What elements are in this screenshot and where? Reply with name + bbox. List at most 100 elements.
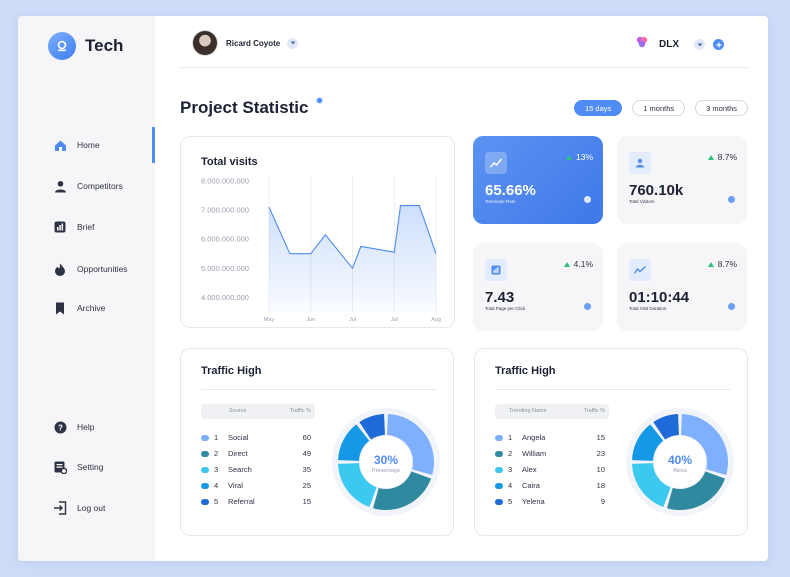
row-number: 2 — [214, 449, 219, 458]
home-icon — [53, 138, 67, 152]
table-row[interactable]: 3 Search 35 — [201, 465, 315, 477]
sidebar-item-label: Opportunities — [77, 264, 128, 274]
stat-card-total-visitors[interactable]: 8.7% 760.10k Total Visitors — [617, 136, 747, 224]
row-number: 4 — [508, 481, 513, 490]
stat-card-page-per-click[interactable]: 4.1% 7.43 Total Page per Click — [473, 243, 603, 331]
sidebar-item-help[interactable]: ? Help — [18, 409, 155, 445]
sidebar-item-label: Home — [77, 140, 100, 150]
row-name: Angela — [522, 433, 546, 442]
stat-label: Terminate Rate — [485, 199, 516, 204]
table-row[interactable]: 2 William 23 — [495, 449, 609, 461]
person-icon — [629, 152, 651, 174]
add-icon[interactable] — [713, 39, 724, 50]
stat-card-visit-duration[interactable]: 8.7% 01:10:44 Total Visit Duration — [617, 243, 747, 331]
stat-label: Total Visit Duration — [629, 306, 667, 311]
table-row[interactable]: 1 Angela 15 — [495, 433, 609, 445]
info-dot-icon[interactable] — [728, 196, 735, 203]
up-arrow-icon — [707, 154, 714, 160]
sidebar-item-competitors[interactable]: Competitors — [18, 168, 155, 204]
row-value: 18 — [596, 481, 605, 490]
table-row[interactable]: 5 Yelena 9 — [495, 497, 609, 509]
user-name: Ricard Coyote — [226, 38, 281, 48]
flame-icon — [53, 262, 67, 276]
header-divider — [180, 67, 748, 68]
column-header-name: Trending Name — [509, 408, 547, 414]
row-value: 25 — [302, 481, 311, 490]
row-name: William — [522, 449, 547, 458]
sidebar-item-home[interactable]: Home — [18, 127, 155, 163]
line-chart-icon — [629, 259, 651, 281]
y-tick-label: 7.000.000.000 — [201, 205, 249, 214]
user-icon — [53, 179, 67, 193]
period-tabs: 15 days 1 months 3 months — [564, 100, 748, 116]
settings-icon — [53, 460, 67, 474]
bookmark-icon — [53, 301, 67, 315]
row-name: Referral — [228, 497, 255, 506]
table-row[interactable]: 2 Direct 49 — [201, 449, 315, 461]
org-logo-icon — [635, 35, 649, 54]
stat-change: 8.7% — [707, 152, 737, 162]
user-menu[interactable]: Ricard Coyote — [192, 30, 299, 56]
up-arrow-icon — [565, 154, 572, 160]
up-arrow-icon — [563, 261, 570, 267]
page-title: Project Statistic — [180, 98, 309, 117]
stat-card-terminate-rate[interactable]: 13% 65.66% Terminate Rate — [473, 136, 603, 224]
row-value: 9 — [600, 497, 605, 506]
row-name: Yelena — [522, 497, 545, 506]
org-switcher[interactable]: DLX — [635, 35, 724, 54]
legend-swatch — [495, 467, 503, 473]
app-window: Tech Home Competitors Brief Opportunitie… — [18, 16, 768, 561]
tab-1-months[interactable]: 1 months — [632, 100, 686, 116]
x-tick-label: Jul — [391, 317, 398, 323]
sidebar-item-label: Help — [77, 422, 95, 432]
visits-chart: May Jun Jul Jul Aug 8.000.000.000 7.000.000.00… — [201, 175, 441, 323]
sidebar-item-label: Brief — [77, 222, 95, 232]
stat-value: 760.10k — [629, 182, 684, 199]
row-number: 1 — [214, 433, 219, 442]
y-tick-label: 6.000.000.000 — [201, 235, 249, 244]
sidebar-item-brief[interactable]: Brief — [18, 209, 155, 245]
stat-change: 4.1% — [563, 259, 593, 269]
table-row[interactable]: 5 Referral 15 — [201, 497, 315, 509]
row-name: Search — [228, 465, 252, 474]
svg-text:?: ? — [58, 423, 63, 432]
x-tick-label: May — [264, 317, 275, 323]
table-header: Source Traffic % — [201, 404, 315, 419]
card-title: Traffic High — [495, 365, 556, 377]
info-dot-icon[interactable] — [584, 303, 591, 310]
chevron-down-icon[interactable] — [287, 37, 299, 49]
tab-3-months[interactable]: 3 months — [695, 100, 748, 116]
sidebar-item-opportunities[interactable]: Opportunities — [18, 251, 155, 287]
stat-change-value: 4.1% — [573, 259, 593, 269]
legend-swatch — [495, 499, 503, 505]
x-tick-label: Jul — [349, 317, 356, 323]
donut-chart: 30%Presentage — [332, 408, 440, 516]
row-value: 35 — [302, 465, 311, 474]
row-value: 15 — [596, 433, 605, 442]
info-dot-icon[interactable] — [584, 196, 591, 203]
row-number: 5 — [508, 497, 513, 506]
x-tick-label: Jun — [306, 317, 315, 323]
table-row[interactable]: 4 Caira 18 — [495, 481, 609, 493]
table-row[interactable]: 3 Alex 10 — [495, 465, 609, 477]
traffic-card-trending: Traffic High Trending Name Traffic % 1 An… — [474, 348, 748, 536]
brand[interactable]: Tech — [48, 32, 123, 60]
sidebar-item-logout[interactable]: Log out — [18, 490, 155, 526]
column-header-name: Source — [229, 408, 247, 414]
sidebar-item-setting[interactable]: Setting — [18, 449, 155, 485]
row-number: 5 — [214, 497, 219, 506]
stat-change: 8.7% — [707, 259, 737, 269]
stat-value: 7.43 — [485, 289, 515, 306]
help-icon: ? — [53, 420, 67, 434]
info-dot-icon[interactable] — [728, 303, 735, 310]
table-row[interactable]: 1 Social 60 — [201, 433, 315, 445]
stat-value: 65.66% — [485, 182, 536, 199]
chevron-down-icon[interactable] — [694, 39, 705, 50]
sidebar-item-archive[interactable]: Archive — [18, 290, 155, 326]
row-number: 3 — [508, 465, 513, 474]
stat-change-value: 13% — [575, 152, 593, 162]
donut-center-value: 30% — [374, 453, 398, 467]
tab-15-days[interactable]: 15 days — [574, 100, 623, 116]
table-row[interactable]: 4 Viral 25 — [201, 481, 315, 493]
row-name: Alex — [522, 465, 537, 474]
